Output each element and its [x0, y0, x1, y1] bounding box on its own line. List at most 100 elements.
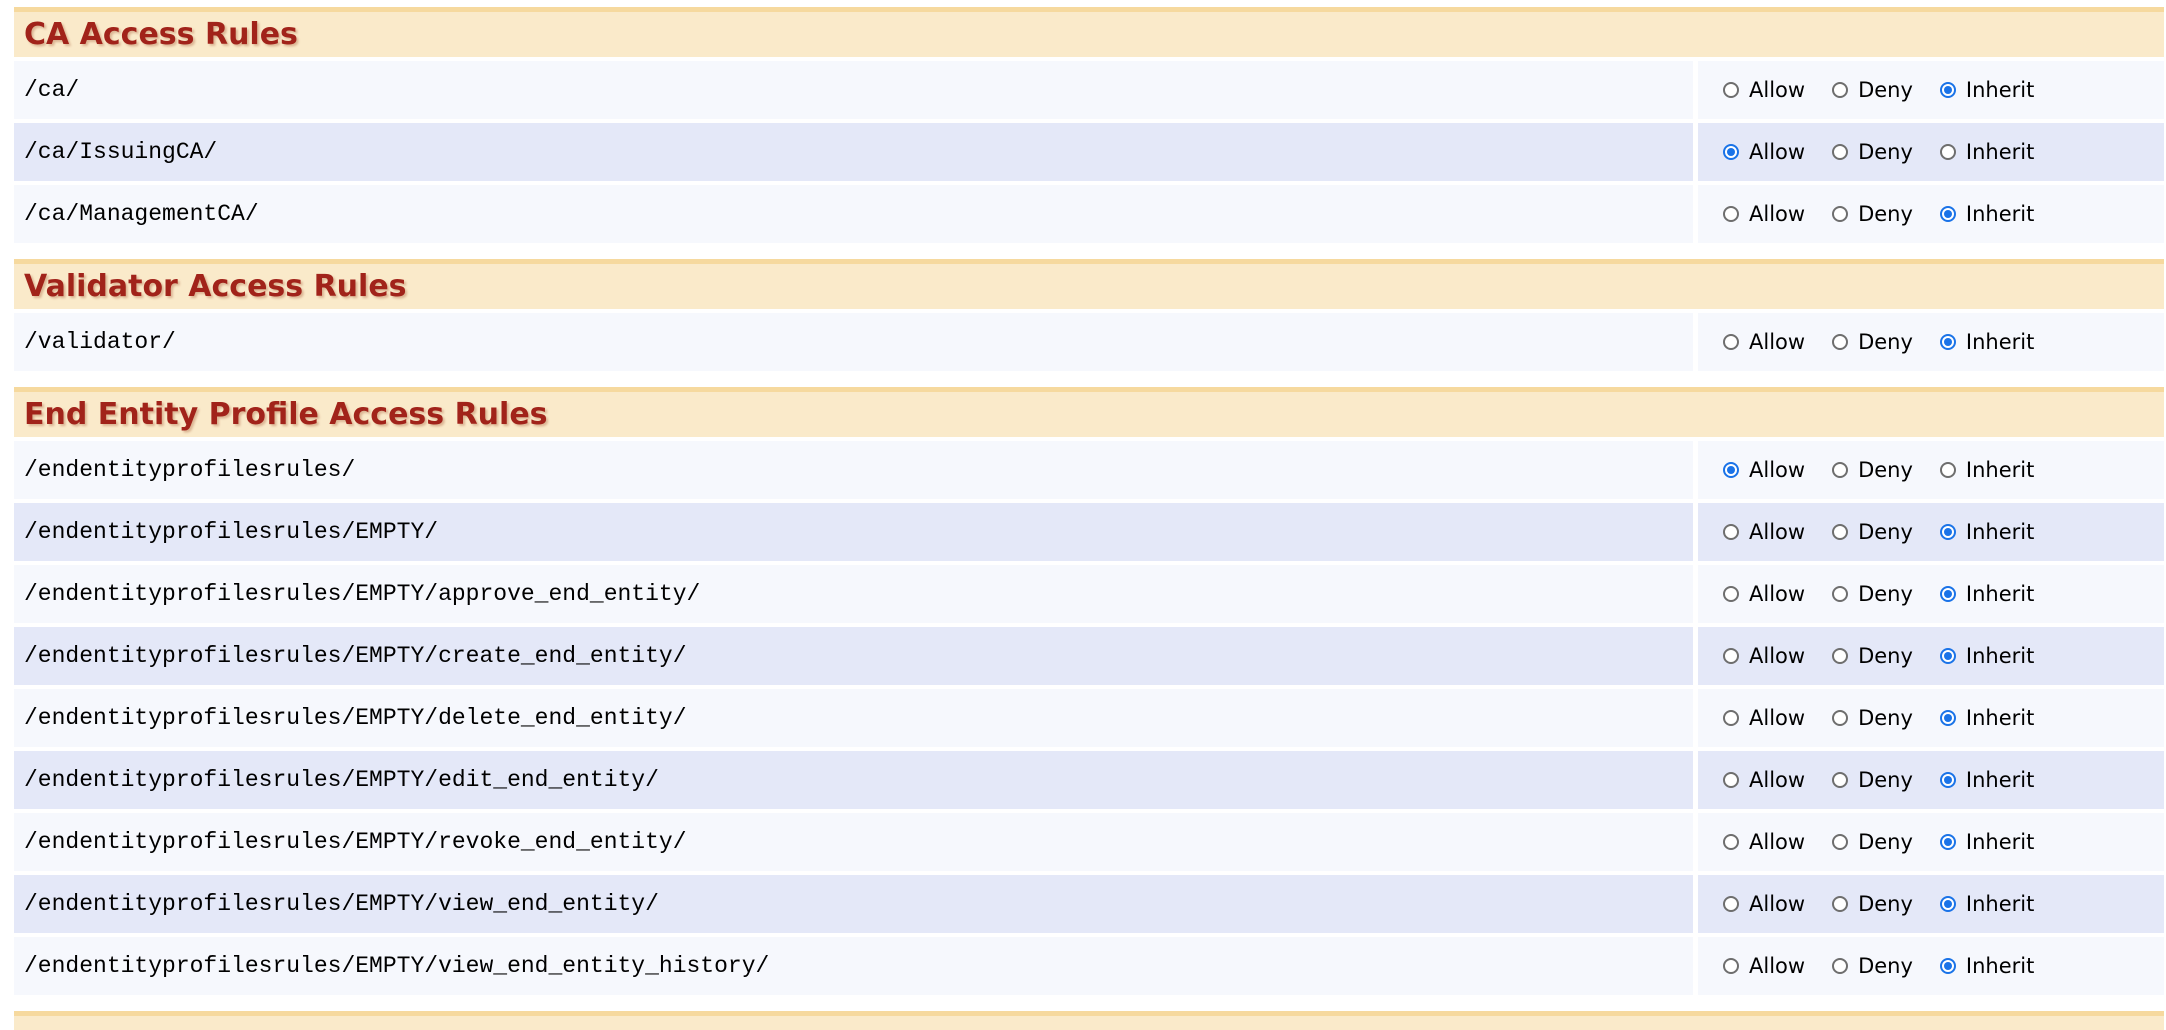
radio-allow[interactable]: [1723, 834, 1739, 850]
radio-option-inherit[interactable]: Inherit: [1940, 202, 2034, 226]
radio-option-allow[interactable]: Allow: [1723, 520, 1805, 544]
radio-allow[interactable]: [1723, 710, 1739, 726]
radio-inherit[interactable]: [1940, 524, 1956, 540]
radio-allow[interactable]: [1723, 958, 1739, 974]
radio-label-deny: Deny: [1858, 78, 1913, 102]
radio-allow[interactable]: [1723, 462, 1739, 478]
radio-inherit[interactable]: [1940, 144, 1956, 160]
radio-deny[interactable]: [1832, 896, 1848, 912]
radio-deny[interactable]: [1832, 834, 1848, 850]
radio-allow[interactable]: [1723, 206, 1739, 222]
access-rule-row: /endentityprofilesrules/EMPTY/view_end_e…: [14, 875, 2164, 933]
radio-option-allow[interactable]: Allow: [1723, 768, 1805, 792]
access-rule-row: /ca/ManagementCA/ Allow Deny Inherit: [14, 185, 2164, 243]
radio-option-deny[interactable]: Deny: [1832, 520, 1913, 544]
radio-option-allow[interactable]: Allow: [1723, 644, 1805, 668]
radio-option-inherit[interactable]: Inherit: [1940, 954, 2034, 978]
radio-option-deny[interactable]: Deny: [1832, 892, 1913, 916]
radio-label-deny: Deny: [1858, 458, 1913, 482]
radio-deny[interactable]: [1832, 586, 1848, 602]
resource-path-cell: /ca/: [14, 61, 1693, 119]
radio-allow[interactable]: [1723, 144, 1739, 160]
radio-option-deny[interactable]: Deny: [1832, 954, 1913, 978]
radio-allow[interactable]: [1723, 772, 1739, 788]
radio-inherit[interactable]: [1940, 958, 1956, 974]
radio-label-deny: Deny: [1858, 830, 1913, 854]
access-rule-row: /endentityprofilesrules/EMPTY/revoke_end…: [14, 813, 2164, 871]
radio-option-inherit[interactable]: Inherit: [1940, 520, 2034, 544]
radio-option-allow[interactable]: Allow: [1723, 202, 1805, 226]
radio-deny[interactable]: [1832, 206, 1848, 222]
radio-option-deny[interactable]: Deny: [1832, 78, 1913, 102]
radio-label-inherit: Inherit: [1966, 202, 2034, 226]
radio-option-allow[interactable]: Allow: [1723, 954, 1805, 978]
radio-deny[interactable]: [1832, 958, 1848, 974]
radio-allow[interactable]: [1723, 648, 1739, 664]
radio-deny[interactable]: [1832, 524, 1848, 540]
radio-option-allow[interactable]: Allow: [1723, 78, 1805, 102]
access-rules-section: End Entity Profile Access Rules /endenti…: [14, 387, 2164, 995]
radio-inherit[interactable]: [1940, 206, 1956, 222]
radio-deny[interactable]: [1832, 648, 1848, 664]
radio-deny[interactable]: [1832, 144, 1848, 160]
resource-path: /validator/: [24, 329, 176, 355]
resource-path-cell: /endentityprofilesrules/EMPTY/edit_end_e…: [14, 751, 1693, 809]
resource-path-cell: /endentityprofilesrules/EMPTY/view_end_e…: [14, 875, 1693, 933]
radio-option-allow[interactable]: Allow: [1723, 140, 1805, 164]
radio-option-deny[interactable]: Deny: [1832, 330, 1913, 354]
radio-deny[interactable]: [1832, 462, 1848, 478]
radio-option-allow[interactable]: Allow: [1723, 582, 1805, 606]
radio-deny[interactable]: [1832, 82, 1848, 98]
radio-option-deny[interactable]: Deny: [1832, 140, 1913, 164]
radio-inherit[interactable]: [1940, 648, 1956, 664]
radio-deny[interactable]: [1832, 772, 1848, 788]
resource-path: /ca/IssuingCA/: [24, 139, 217, 165]
radio-option-deny[interactable]: Deny: [1832, 644, 1913, 668]
section-header: CA Access Rules: [14, 7, 2164, 57]
radio-label-deny: Deny: [1858, 330, 1913, 354]
radio-allow[interactable]: [1723, 586, 1739, 602]
resource-path-cell: /endentityprofilesrules/EMPTY/: [14, 503, 1693, 561]
radio-inherit[interactable]: [1940, 586, 1956, 602]
radio-option-allow[interactable]: Allow: [1723, 330, 1805, 354]
radio-option-inherit[interactable]: Inherit: [1940, 458, 2034, 482]
radio-option-inherit[interactable]: Inherit: [1940, 330, 2034, 354]
radio-option-inherit[interactable]: Inherit: [1940, 830, 2034, 854]
radio-option-inherit[interactable]: Inherit: [1940, 644, 2034, 668]
rule-options-cell: Allow Deny Inherit: [1698, 689, 2164, 747]
radio-option-allow[interactable]: Allow: [1723, 892, 1805, 916]
radio-option-inherit[interactable]: Inherit: [1940, 582, 2034, 606]
radio-allow[interactable]: [1723, 82, 1739, 98]
radio-label-inherit: Inherit: [1966, 644, 2034, 668]
radio-inherit[interactable]: [1940, 834, 1956, 850]
radio-option-allow[interactable]: Allow: [1723, 706, 1805, 730]
resource-path: /endentityprofilesrules/EMPTY/: [24, 519, 438, 545]
radio-allow[interactable]: [1723, 896, 1739, 912]
radio-inherit[interactable]: [1940, 896, 1956, 912]
radio-option-deny[interactable]: Deny: [1832, 830, 1913, 854]
radio-inherit[interactable]: [1940, 772, 1956, 788]
radio-option-allow[interactable]: Allow: [1723, 830, 1805, 854]
resource-path: /endentityprofilesrules/EMPTY/revoke_end…: [24, 829, 687, 855]
radio-inherit[interactable]: [1940, 710, 1956, 726]
radio-option-inherit[interactable]: Inherit: [1940, 706, 2034, 730]
resource-path: /endentityprofilesrules/EMPTY/view_end_e…: [24, 891, 659, 917]
access-rule-row: /validator/ Allow Deny Inherit: [14, 313, 2164, 371]
radio-inherit[interactable]: [1940, 462, 1956, 478]
radio-inherit[interactable]: [1940, 82, 1956, 98]
radio-option-inherit[interactable]: Inherit: [1940, 78, 2034, 102]
radio-option-inherit[interactable]: Inherit: [1940, 892, 2034, 916]
radio-option-deny[interactable]: Deny: [1832, 768, 1913, 792]
radio-deny[interactable]: [1832, 710, 1848, 726]
radio-allow[interactable]: [1723, 334, 1739, 350]
radio-deny[interactable]: [1832, 334, 1848, 350]
radio-option-deny[interactable]: Deny: [1832, 202, 1913, 226]
radio-option-deny[interactable]: Deny: [1832, 582, 1913, 606]
radio-option-deny[interactable]: Deny: [1832, 458, 1913, 482]
radio-option-inherit[interactable]: Inherit: [1940, 140, 2034, 164]
radio-allow[interactable]: [1723, 524, 1739, 540]
radio-option-inherit[interactable]: Inherit: [1940, 768, 2034, 792]
radio-option-deny[interactable]: Deny: [1832, 706, 1913, 730]
radio-inherit[interactable]: [1940, 334, 1956, 350]
radio-option-allow[interactable]: Allow: [1723, 458, 1805, 482]
